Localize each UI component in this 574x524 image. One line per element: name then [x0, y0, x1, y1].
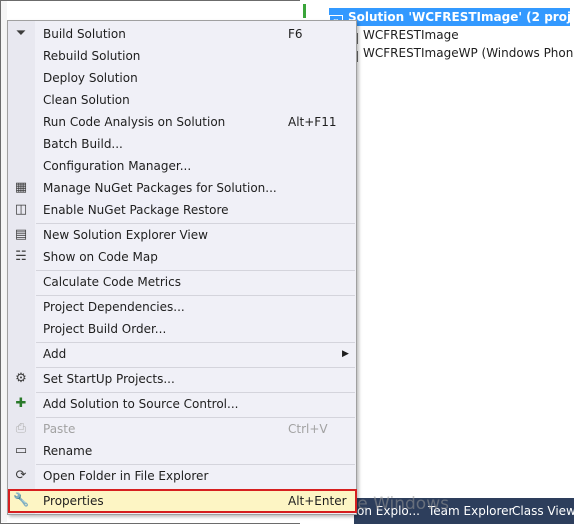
menu-item-project-build-order[interactable]: Project Build Order... [9, 318, 356, 340]
menu-item-new-solution-explorer-view[interactable]: ▤ New Solution Explorer View [9, 224, 356, 246]
solution-context-menu: ⏷ Build Solution F6 Rebuild Solution Dep… [7, 20, 357, 515]
solution-explorer [327, 0, 574, 524]
source-control-icon: ✚ [15, 396, 27, 411]
change-marker [303, 4, 306, 18]
menu-item-deploy-solution[interactable]: Deploy Solution [9, 67, 356, 89]
menu-item-add[interactable]: Add ▶ [9, 343, 356, 365]
menu-item-clean-solution[interactable]: Clean Solution [9, 89, 356, 111]
tab-class-view[interactable]: Class View [512, 498, 574, 524]
wrench-icon: 🔧 [13, 493, 30, 508]
menu-item-build-solution[interactable]: ⏷ Build Solution F6 [9, 23, 356, 45]
menu-item-batch-build[interactable]: Batch Build... [9, 133, 356, 155]
menu-item-add-to-source-control[interactable]: ✚ Add Solution to Source Control... [9, 393, 356, 415]
open-folder-icon: ⟳ [15, 468, 27, 483]
menu-item-rebuild-solution[interactable]: Rebuild Solution [9, 45, 356, 67]
menu-item-configuration-manager[interactable]: Configuration Manager... [9, 155, 356, 177]
menu-item-enable-nuget-restore[interactable]: ◫ Enable NuGet Package Restore [9, 199, 356, 221]
submenu-arrow-icon: ▶ [342, 349, 349, 359]
solution-node[interactable]: ▫Solution 'WCFRESTImage' (2 projects) [329, 8, 570, 26]
code-map-icon: ☵ [15, 249, 27, 264]
new-view-icon: ▤ [14, 227, 28, 242]
paste-icon: ⎙ [15, 421, 27, 436]
menu-item-rename[interactable]: ▭ Rename [9, 440, 356, 462]
project-node-wcfrestimage[interactable]: ○WCFRESTImage [344, 26, 574, 44]
package-restore-icon: ◫ [14, 202, 28, 217]
menu-item-properties[interactable]: 🔧 Properties Alt+Enter [8, 489, 357, 513]
rename-icon: ▭ [14, 443, 28, 458]
menu-item-run-code-analysis[interactable]: Run Code Analysis on Solution Alt+F11 [9, 111, 356, 133]
menu-item-show-on-code-map[interactable]: ☵ Show on Code Map [9, 246, 356, 268]
menu-item-set-startup-projects[interactable]: ⚙ Set StartUp Projects... [9, 368, 356, 390]
menu-item-open-folder[interactable]: ⟳ Open Folder in File Explorer [9, 465, 356, 487]
menu-item-project-dependencies[interactable]: Project Dependencies... [9, 296, 356, 318]
project-node-wcfrestimagewp[interactable]: C#WCFRESTImageWP (Windows Phone [344, 44, 574, 62]
gear-icon: ⚙ [15, 371, 27, 386]
menu-item-manage-nuget[interactable]: ▦ Manage NuGet Packages for Solution... [9, 177, 356, 199]
build-icon: ⏷ [15, 26, 27, 41]
menu-item-paste[interactable]: ⎙ Paste Ctrl+V [9, 418, 356, 440]
menu-item-calculate-code-metrics[interactable]: Calculate Code Metrics [9, 271, 356, 293]
nuget-icon: ▦ [14, 180, 28, 195]
